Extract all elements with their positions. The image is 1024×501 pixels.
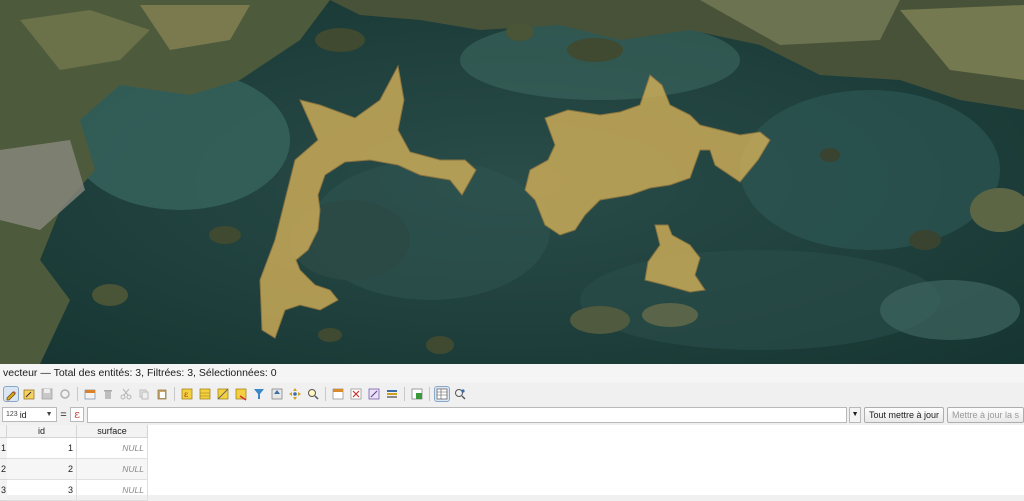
field-calculator-icon[interactable] <box>367 387 381 401</box>
delete-icon[interactable] <box>101 387 115 401</box>
map-canvas[interactable] <box>0 0 1024 364</box>
equals-sign: = <box>60 408 67 421</box>
cell-id[interactable]: 2 <box>7 459 77 480</box>
save-icon[interactable] <box>40 387 54 401</box>
toolbar-separator <box>429 386 430 401</box>
paste-icon[interactable] <box>155 387 169 401</box>
field-name-label: id <box>19 409 27 420</box>
cell-surface[interactable]: NULL <box>77 459 148 480</box>
toolbar-separator <box>77 386 78 401</box>
select-all-icon[interactable] <box>198 387 212 401</box>
expression-input[interactable] <box>86 406 848 423</box>
expression-builder-button[interactable]: ε <box>70 407 84 422</box>
field-selector[interactable]: 123 id ▼ <box>2 407 57 422</box>
expression-select-icon[interactable]: ε <box>180 387 194 401</box>
toolbar-separator <box>404 386 405 401</box>
cut-icon[interactable] <box>119 387 133 401</box>
chevron-down-icon: ▼ <box>851 411 859 418</box>
pan-to-selection-icon[interactable] <box>288 387 302 401</box>
cell-id[interactable]: 1 <box>7 438 77 459</box>
table-row[interactable]: 1 1 NULL <box>0 438 148 459</box>
dock-icon[interactable] <box>410 387 424 401</box>
new-field-icon[interactable] <box>331 387 345 401</box>
conditional-formatting-icon[interactable] <box>385 387 399 401</box>
expression-history-dropdown[interactable]: ▼ <box>849 406 861 423</box>
add-feature-icon[interactable] <box>83 387 97 401</box>
toolbar-separator <box>174 386 175 401</box>
attribute-toolbar: ε <box>0 383 1024 404</box>
corner-header[interactable] <box>0 425 7 438</box>
table-view-icon[interactable] <box>434 385 450 402</box>
row-number[interactable]: 3 <box>0 480 7 501</box>
invert-selection-icon[interactable] <box>216 387 230 401</box>
move-selection-top-icon[interactable] <box>270 387 284 401</box>
field-update-bar: 123 id ▼ = ε ▼ Tout mettre à jour Mettre… <box>0 404 1024 425</box>
deselect-icon[interactable] <box>234 387 248 401</box>
update-all-button[interactable]: Tout mettre à jour <box>863 406 944 423</box>
copy-icon[interactable] <box>137 387 151 401</box>
filter-select-icon[interactable] <box>252 387 266 401</box>
row-number[interactable]: 1 <box>0 438 7 459</box>
attribute-table-title: vecteur — Total des entités: 3, Filtrées… <box>0 364 1024 383</box>
delete-field-icon[interactable] <box>349 387 363 401</box>
row-number[interactable]: 2 <box>0 459 7 480</box>
table-row[interactable]: 3 3 NULL <box>0 480 148 501</box>
update-selected-button[interactable]: Mettre à jour la s <box>946 406 1024 423</box>
table-row[interactable]: 2 2 NULL <box>0 459 148 480</box>
layer-status-text: vecteur — Total des entités: 3, Filtrées… <box>3 367 277 379</box>
zoom-to-selection-icon[interactable] <box>306 387 320 401</box>
cell-id[interactable]: 3 <box>7 480 77 501</box>
map-view <box>0 0 1024 364</box>
toolbar-separator <box>325 386 326 401</box>
column-header-surface[interactable]: surface <box>77 425 148 438</box>
epsilon-icon: ε <box>74 408 80 421</box>
column-header-id[interactable]: id <box>7 425 77 438</box>
multi-edit-icon[interactable] <box>22 387 36 401</box>
reload-icon[interactable] <box>58 387 72 401</box>
cell-surface[interactable]: NULL <box>77 480 148 501</box>
attribute-table: id surface 1 1 NULL 2 2 NULL 3 3 NULL <box>0 425 1024 501</box>
pencil-icon[interactable] <box>3 385 19 402</box>
cell-surface[interactable]: NULL <box>77 438 148 459</box>
chevron-down-icon: ▼ <box>45 411 53 418</box>
field-type-label: 123 <box>6 411 18 418</box>
svg-text:ε: ε <box>184 390 188 399</box>
form-view-icon[interactable] <box>453 387 467 401</box>
